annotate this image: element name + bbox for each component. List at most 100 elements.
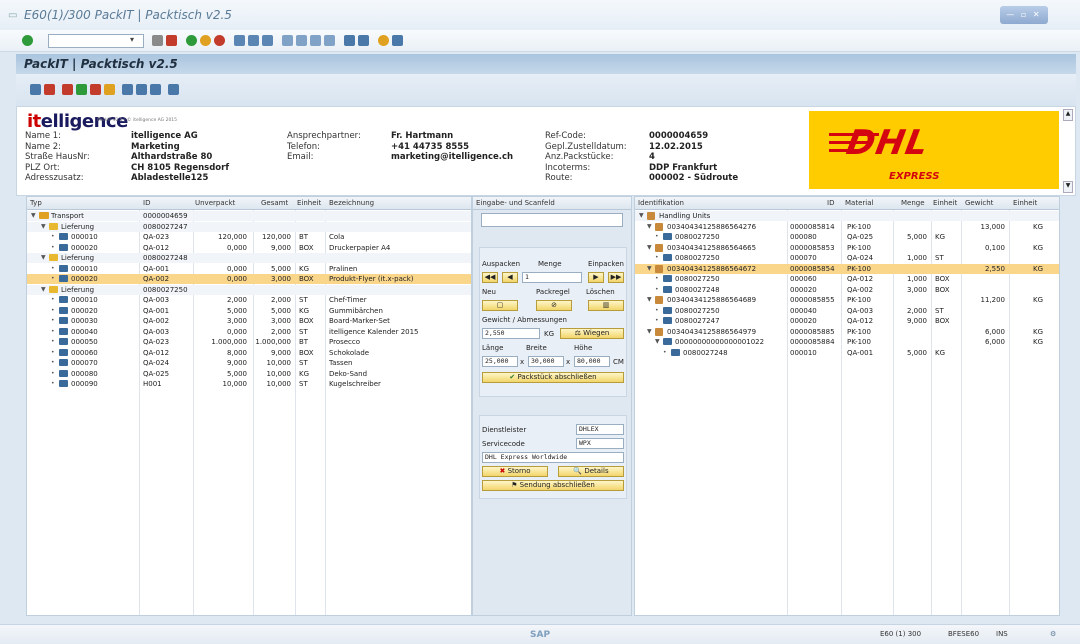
col-hu-id[interactable]: ID xyxy=(827,197,834,210)
shortcut-icon[interactable] xyxy=(358,35,369,46)
tool-6-icon[interactable] xyxy=(104,84,115,95)
table-row[interactable]: ▼ Lieferung 0080027248 xyxy=(27,253,471,263)
table-row[interactable]: ▼ 00000000000000001022 0000085884 PK-100 6,0… xyxy=(635,337,1059,347)
table-row[interactable]: • 000010 QA-001 0,000 5,000 KG Pralinen xyxy=(27,264,471,274)
tool-3-icon[interactable] xyxy=(62,84,73,95)
tool-10-icon[interactable] xyxy=(168,84,179,95)
table-row[interactable]: • 000020 QA-012 0,000 9,000 BOX Druckerpapier … xyxy=(27,243,471,253)
expand-icon[interactable]: ▼ xyxy=(647,222,652,232)
weigh-button[interactable]: ⚖ Wiegen xyxy=(560,328,624,339)
expand-icon[interactable]: • xyxy=(655,316,659,326)
tool-8-icon[interactable] xyxy=(136,84,147,95)
col-unverpackt[interactable]: Unverpackt xyxy=(195,197,235,210)
storno-button[interactable]: ✖ Storno xyxy=(482,466,548,477)
close-shipment-button[interactable]: ⚑ Sendung abschließen xyxy=(482,480,624,491)
table-row[interactable]: ▼ Lieferung 0080027247 xyxy=(27,221,471,232)
table-row[interactable]: ▼ 00340434125886564276 0000085814 PK-100 13,… xyxy=(635,222,1059,232)
expand-icon[interactable]: • xyxy=(51,358,55,368)
table-row[interactable]: ▼ Lieferung 0080027250 xyxy=(27,284,471,295)
expand-icon[interactable]: ▼ xyxy=(647,295,652,305)
expand-icon[interactable]: • xyxy=(663,348,667,358)
expand-icon[interactable]: ▼ xyxy=(639,211,644,221)
expand-icon[interactable]: ▼ xyxy=(31,211,36,221)
input-mode[interactable]: INS xyxy=(996,630,1008,638)
col-menge[interactable]: Menge xyxy=(901,197,925,210)
table-row[interactable]: • 000040 QA-003 0,000 2,000 ST itelligence Kal… xyxy=(27,327,471,337)
table-row[interactable]: • 000050 QA-023 1.000,000 1.000,000 BT Prosecc… xyxy=(27,337,471,347)
expand-icon[interactable]: • xyxy=(51,232,55,242)
expand-icon[interactable]: • xyxy=(51,243,55,253)
expand-icon[interactable]: ▼ xyxy=(647,243,652,253)
table-row[interactable]: • 0080027250 000060 QA-012 1,000 BOX xyxy=(635,274,1059,284)
weight-input[interactable]: 2,550 xyxy=(482,328,540,339)
packing-rule-button[interactable]: ⊘ xyxy=(536,300,572,311)
table-row[interactable]: ▼ 00340434125886564672 0000085854 PK-100 2,5… xyxy=(635,263,1059,274)
expand-icon[interactable]: • xyxy=(655,306,659,316)
delete-package-button[interactable]: ▥ xyxy=(588,300,624,311)
table-row[interactable]: ▼ Transport 0000004659 xyxy=(27,211,471,221)
height-input[interactable]: 80,000 xyxy=(574,356,610,367)
table-row[interactable]: • 0080027250 000040 QA-003 2,000 ST xyxy=(635,306,1059,316)
expand-icon[interactable]: • xyxy=(655,253,659,263)
table-row[interactable]: ▼ 00340434125886564665 0000085853 PK-100 0,1… xyxy=(635,243,1059,253)
expand-icon[interactable]: • xyxy=(51,306,55,316)
table-row[interactable]: • 000020 QA-001 5,000 5,000 KG Gummibärchen xyxy=(27,306,471,316)
expand-icon[interactable]: • xyxy=(655,285,659,295)
new-package-button[interactable]: ▢ xyxy=(482,300,518,311)
help-icon[interactable] xyxy=(378,35,389,46)
tool-4-icon[interactable] xyxy=(76,84,87,95)
tool-5-icon[interactable] xyxy=(90,84,101,95)
table-row[interactable]: • 000020 QA-002 0,000 3,000 BOX Produkt-Flyer … xyxy=(27,274,471,284)
col-typ[interactable]: Typ xyxy=(30,197,42,210)
table-row[interactable]: • 0080027248 000010 QA-001 5,000 KG xyxy=(635,348,1059,358)
new-session-icon[interactable] xyxy=(344,35,355,46)
table-row[interactable]: • 000060 QA-012 8,000 9,000 BOX Schokolade xyxy=(27,348,471,358)
expand-icon[interactable]: ▼ xyxy=(647,264,652,274)
table-row[interactable]: • 0080027248 000020 QA-002 3,000 BOX xyxy=(635,285,1059,295)
layout-menu-icon[interactable] xyxy=(392,35,403,46)
expand-icon[interactable]: • xyxy=(51,295,55,305)
expand-icon[interactable]: • xyxy=(655,274,659,284)
next-page-icon[interactable] xyxy=(310,35,321,46)
length-input[interactable]: 25,000 xyxy=(482,356,518,367)
enter-icon[interactable] xyxy=(22,35,33,46)
table-row[interactable]: • 0080027250 000080 QA-025 5,000 KG xyxy=(635,232,1059,242)
details-button[interactable]: 🔍 Details xyxy=(558,466,624,477)
table-row[interactable]: • 000070 QA-024 9,000 10,000 ST Tassen xyxy=(27,358,471,368)
col-material[interactable]: Material xyxy=(845,197,873,210)
tool-2-icon[interactable] xyxy=(44,84,55,95)
find-next-icon[interactable] xyxy=(262,35,273,46)
expand-icon[interactable]: ▼ xyxy=(41,253,46,263)
tool-7-icon[interactable] xyxy=(122,84,133,95)
command-dropdown-icon[interactable]: ▾ xyxy=(130,35,134,44)
expand-icon[interactable]: • xyxy=(51,369,55,379)
expand-icon[interactable]: • xyxy=(51,316,55,326)
pack-one-button[interactable]: ▶ xyxy=(588,272,604,283)
quantity-input[interactable]: 1 xyxy=(522,272,582,283)
prev-page-icon[interactable] xyxy=(296,35,307,46)
expand-icon[interactable]: • xyxy=(51,327,55,337)
cancel-icon[interactable] xyxy=(214,35,225,46)
exit-icon[interactable] xyxy=(200,35,211,46)
table-row[interactable]: • 000090 H001 10,000 10,000 ST Kugelschreiber xyxy=(27,379,471,389)
table-row[interactable]: ▼ 00340434125886564689 0000085855 PK-100 11,… xyxy=(635,295,1059,305)
col-gesamt[interactable]: Gesamt xyxy=(261,197,288,210)
table-row[interactable]: • 000010 QA-023 120,000 120,000 BT Cola xyxy=(27,232,471,242)
first-page-icon[interactable] xyxy=(282,35,293,46)
save-icon[interactable] xyxy=(166,35,177,46)
col-gewicht[interactable]: Gewicht xyxy=(965,197,993,210)
service-provider-input[interactable]: DHLEX xyxy=(576,424,624,435)
col-einheit[interactable]: Einheit xyxy=(297,197,321,210)
col-identifikation[interactable]: Identifikation xyxy=(638,197,684,210)
expand-icon[interactable]: • xyxy=(51,264,55,274)
expand-icon[interactable]: • xyxy=(51,348,55,358)
window-controls[interactable]: — ▫ ✕ xyxy=(1000,6,1048,24)
print-icon[interactable] xyxy=(234,35,245,46)
tool-9-icon[interactable] xyxy=(150,84,161,95)
col-einheit-r[interactable]: Einheit xyxy=(933,197,957,210)
service-code-input[interactable]: WPX xyxy=(576,438,624,449)
system-info[interactable]: E60 (1) 300 xyxy=(880,630,921,638)
expand-icon[interactable]: • xyxy=(51,274,55,284)
table-row[interactable]: • 0080027250 000070 QA-024 1,000 ST xyxy=(635,253,1059,263)
scroll-down-icon[interactable]: ▼ xyxy=(1063,181,1073,193)
